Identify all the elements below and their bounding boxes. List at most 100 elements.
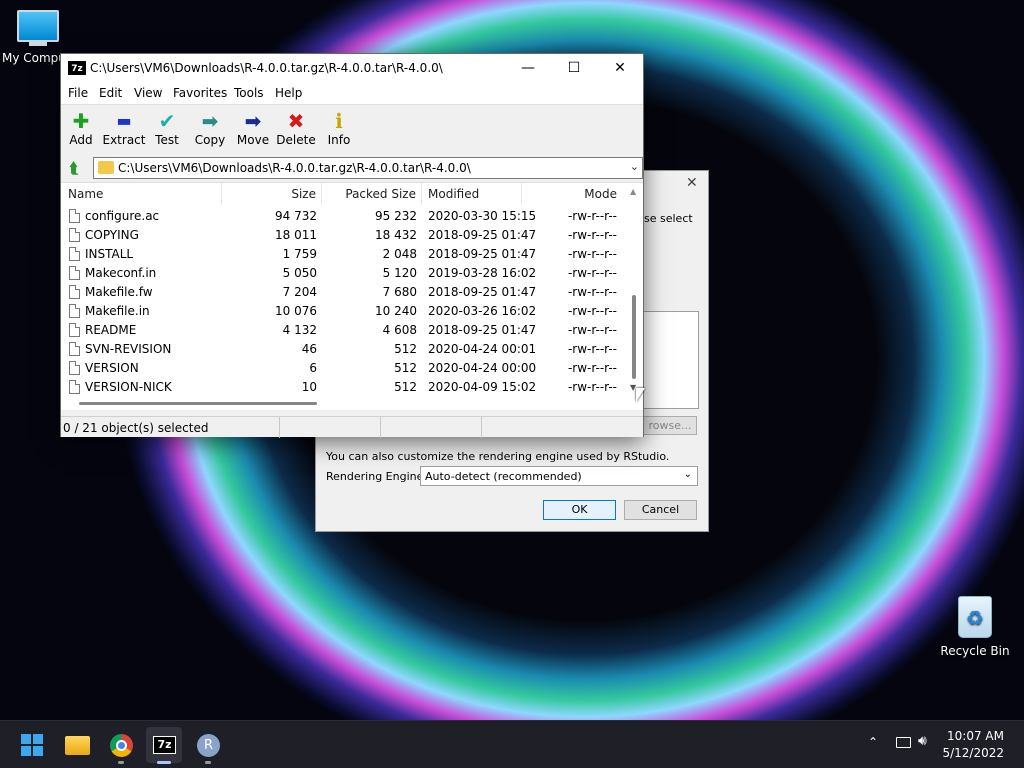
taskbar-chrome[interactable] xyxy=(103,727,139,764)
file-packed-size: 512 xyxy=(394,361,417,375)
scroll-up-icon[interactable]: ▲ xyxy=(630,187,636,196)
column-header-modified[interactable]: Modified xyxy=(422,183,522,205)
file-mode: -rw-r--r-- xyxy=(567,323,617,337)
menu-help[interactable]: Help xyxy=(275,86,302,100)
start-button[interactable] xyxy=(14,727,50,763)
column-header-size[interactable]: Size xyxy=(222,183,322,205)
table-row[interactable]: configure.ac 94 732 95 232 2020-03-30 15… xyxy=(61,207,626,226)
delete-x-icon: ✖ xyxy=(287,109,305,133)
menu-file[interactable]: File xyxy=(68,86,88,100)
recycle-bin-icon: ♻ xyxy=(958,596,992,638)
clock-time: 10:07 AM xyxy=(947,729,1004,743)
file-icon xyxy=(69,209,80,223)
table-row[interactable]: Makefile.in 10 076 10 240 2020-03-26 16:… xyxy=(61,302,626,321)
file-name: VERSION xyxy=(85,361,139,375)
taskbar-7zip[interactable]: 7z xyxy=(146,727,182,764)
menu-tools[interactable]: Tools xyxy=(234,86,264,100)
table-row[interactable]: INSTALL 1 759 2 048 2018-09-25 01:47 -rw… xyxy=(61,245,626,264)
info-label: Info xyxy=(327,133,351,147)
file-mode: -rw-r--r-- xyxy=(567,361,617,375)
chrome-icon xyxy=(110,734,133,757)
table-row[interactable]: Makefile.fw 7 204 7 680 2018-09-25 01:47… xyxy=(61,283,626,302)
window-title: C:\Users\VM6\Downloads\R-4.0.0.tar.gz\R-… xyxy=(90,61,443,75)
test-button[interactable]: ✔ Test xyxy=(144,109,190,147)
file-icon xyxy=(69,361,80,375)
column-header-name[interactable]: Name xyxy=(61,183,222,205)
file-name: Makefile.in xyxy=(85,304,150,318)
column-size-label: Size xyxy=(291,187,316,201)
clock[interactable]: 10:07 AM 5/12/2022 xyxy=(942,728,1004,762)
copy-button[interactable]: ➡ Copy xyxy=(187,109,233,147)
cancel-button[interactable]: Cancel xyxy=(624,500,697,520)
file-size: 7 204 xyxy=(282,285,317,299)
maximize-button[interactable]: ☐ xyxy=(551,54,597,82)
file-packed-size: 4 608 xyxy=(382,323,417,337)
chevron-up-icon[interactable]: ⌃ xyxy=(868,735,878,749)
move-button[interactable]: ➡ Move xyxy=(230,109,276,147)
column-header-mode[interactable]: Mode xyxy=(522,183,623,205)
file-icon xyxy=(69,342,80,356)
file-packed-size: 10 240 xyxy=(375,304,417,318)
ok-button[interactable]: OK xyxy=(543,500,616,520)
browse-button[interactable]: rowse... xyxy=(644,416,697,435)
renderer-list-box[interactable] xyxy=(644,311,699,409)
file-name: configure.ac xyxy=(85,209,160,223)
scroll-thumb[interactable] xyxy=(632,295,636,379)
vertical-scrollbar[interactable]: ▲ ▼ xyxy=(626,183,643,410)
status-cell xyxy=(381,417,482,438)
rendering-engine-select[interactable]: Auto-detect (recommended) ⌄ xyxy=(420,466,698,486)
delete-label: Delete xyxy=(276,133,316,147)
chevron-down-icon[interactable]: ⌄ xyxy=(630,160,639,173)
minimize-button[interactable]: — xyxy=(505,54,551,82)
extract-button[interactable]: ▬ Extract xyxy=(101,109,147,147)
menu-edit[interactable]: Edit xyxy=(99,86,122,100)
test-label: Test xyxy=(155,133,179,147)
dialog-close-icon[interactable]: ✕ xyxy=(686,175,698,191)
extract-label: Extract xyxy=(102,133,146,147)
network-icon[interactable] xyxy=(896,737,911,748)
table-row[interactable]: SVN-REVISION 46 512 2020-04-24 00:01 -rw… xyxy=(61,340,626,359)
file-mode: -rw-r--r-- xyxy=(567,342,617,356)
status-bar: 0 / 21 object(s) selected xyxy=(61,416,643,438)
taskbar-r[interactable]: R xyxy=(190,727,226,764)
status-selection-cell: 0 / 21 object(s) selected xyxy=(61,417,280,438)
table-row[interactable]: Makeconf.in 5 050 5 120 2019-03-28 16:02… xyxy=(61,264,626,283)
file-mode: -rw-r--r-- xyxy=(567,247,617,261)
menu-view[interactable]: View xyxy=(134,86,162,100)
file-list[interactable]: Name Size Packed Size Modified Mode conf… xyxy=(61,182,643,410)
table-row[interactable]: README 4 132 4 608 2018-09-25 01:47 -rw-… xyxy=(61,321,626,340)
active-indicator xyxy=(157,761,171,764)
file-icon xyxy=(69,247,80,261)
column-name-label: Name xyxy=(68,187,104,201)
title-bar[interactable]: 7z C:\Users\VM6\Downloads\R-4.0.0.tar.gz… xyxy=(61,54,643,82)
file-size: 46 xyxy=(301,342,317,356)
volume-icon[interactable]: 🔊︎ xyxy=(918,733,927,749)
add-label: Add xyxy=(69,133,93,147)
file-size: 1 759 xyxy=(282,247,317,261)
scroll-thumb[interactable] xyxy=(79,402,317,405)
file-icon xyxy=(69,323,80,337)
menu-bar: File Edit View Favorites Tools Help xyxy=(61,82,643,104)
copy-arrow-icon: ➡ xyxy=(201,109,219,133)
table-row[interactable]: COPYING 18 011 18 432 2018-09-25 01:47 -… xyxy=(61,226,626,245)
delete-button[interactable]: ✖ Delete xyxy=(273,109,319,147)
column-header-packed-size[interactable]: Packed Size xyxy=(322,183,422,205)
menu-favorites[interactable]: Favorites xyxy=(173,86,227,100)
file-icon xyxy=(69,380,80,394)
horizontal-scrollbar[interactable] xyxy=(61,395,626,410)
copy-label: Copy xyxy=(194,133,226,147)
file-packed-size: 7 680 xyxy=(382,285,417,299)
path-combobox[interactable]: C:\Users\VM6\Downloads\R-4.0.0.tar.gz\R-… xyxy=(93,157,643,179)
file-packed-size: 95 232 xyxy=(375,209,417,223)
desktop-icon-recycle-bin[interactable]: ♻ Recycle Bin xyxy=(936,596,1014,658)
folder-up-icon[interactable]: ⮬ xyxy=(65,159,83,177)
taskbar: 7z R ⌃ 🔊︎ 10:07 AM 5/12/2022 xyxy=(0,720,1024,768)
info-button[interactable]: ℹ Info xyxy=(316,109,362,147)
file-name: SVN-REVISION xyxy=(85,342,172,356)
table-row[interactable]: VERSION 6 512 2020-04-24 00:00 -rw-r--r-… xyxy=(61,359,626,378)
desktop-icon-label: Recycle Bin xyxy=(940,644,1010,658)
close-button[interactable]: ✕ xyxy=(597,54,643,82)
taskbar-file-explorer[interactable] xyxy=(59,727,95,763)
file-modified: 2018-09-25 01:47 xyxy=(428,247,537,261)
add-button[interactable]: ✚ Add xyxy=(58,109,104,147)
